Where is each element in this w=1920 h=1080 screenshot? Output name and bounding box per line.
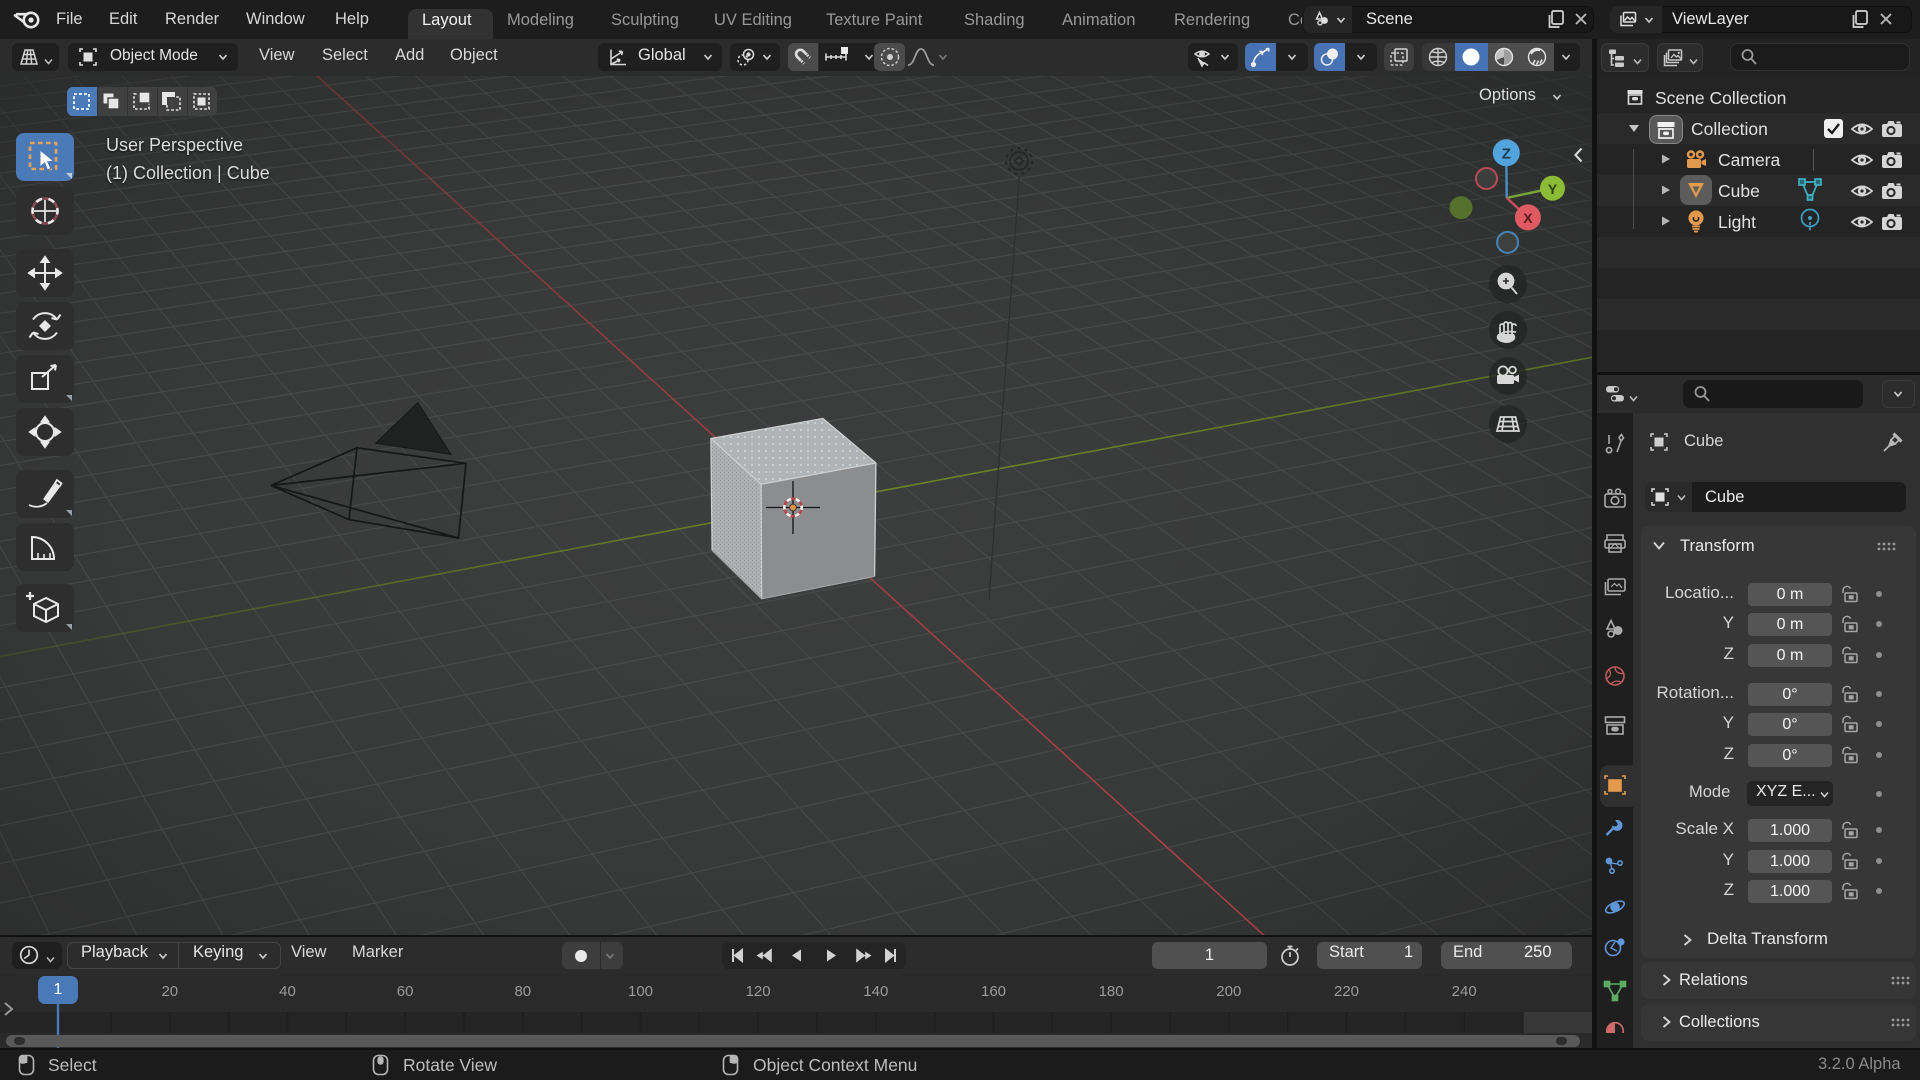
- svg-text:200: 200: [1216, 983, 1241, 1000]
- svg-text:40: 40: [279, 983, 296, 1000]
- svg-text:60: 60: [397, 983, 414, 1000]
- svg-text:220: 220: [1334, 983, 1359, 1000]
- svg-text:160: 160: [981, 983, 1006, 1000]
- svg-text:Z: Z: [1502, 146, 1511, 163]
- svg-text:120: 120: [746, 983, 771, 1000]
- svg-text:100: 100: [628, 983, 653, 1000]
- svg-text:20: 20: [161, 983, 178, 1000]
- svg-text:80: 80: [514, 983, 531, 1000]
- svg-text:180: 180: [1099, 983, 1124, 1000]
- svg-text:X: X: [1523, 210, 1533, 226]
- svg-text:Y: Y: [1548, 181, 1558, 197]
- svg-text:140: 140: [863, 983, 888, 1000]
- svg-text:240: 240: [1452, 983, 1477, 1000]
